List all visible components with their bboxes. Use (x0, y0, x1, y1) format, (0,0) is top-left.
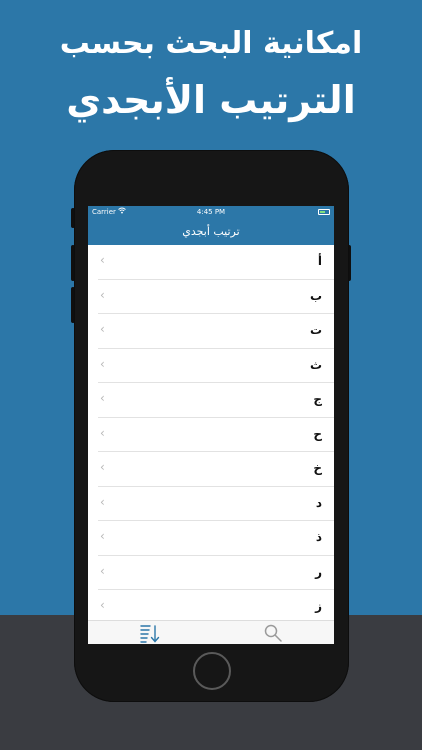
list-item-letter: ح (313, 426, 322, 441)
list-item-letter: ب (309, 288, 322, 303)
list-item[interactable]: ب ‹ (98, 280, 334, 314)
chevron-left-icon: ‹ (100, 425, 105, 440)
list-item[interactable]: ج ‹ (98, 383, 334, 418)
chevron-left-icon: ‹ (100, 287, 105, 302)
promo-headline-line1: امكانية البحث بحسب (59, 26, 363, 61)
list-item-letter: أ (317, 254, 322, 268)
chevron-left-icon: ‹ (100, 598, 105, 612)
list-item-letter: ز (315, 599, 322, 613)
list-item[interactable]: خ ‹ (98, 452, 334, 487)
nav-bar: ترتيب أبجدي (88, 219, 334, 245)
chevron-left-icon: ‹ (100, 356, 105, 371)
promo-headline-line2: الترتيب الأبجدي (66, 78, 356, 122)
battery-icon (318, 209, 330, 215)
status-time: 4:45 PM (196, 208, 226, 216)
status-bar: Carrier 4:45 PM (88, 206, 334, 219)
page-title: ترتيب أبجدي (182, 225, 240, 238)
list-item-letter: ث (309, 357, 322, 372)
chevron-left-icon: ‹ (100, 253, 105, 267)
chevron-left-icon: ‹ (100, 322, 105, 336)
chevron-left-icon: ‹ (100, 563, 105, 578)
list-item-letter: خ (313, 461, 322, 475)
alphabet-list: أ ‹ ب ‹ ت ‹ ث ‹ ج ‹ ح ‹ خ ‹ د ‹ ذ ‹ ر ‹ … (88, 245, 334, 625)
list-item-letter: ر (315, 564, 322, 579)
chevron-left-icon: ‹ (100, 460, 105, 474)
sort-alphabetical-icon (138, 625, 162, 644)
chevron-left-icon: ‹ (100, 494, 105, 509)
list-item[interactable]: ذ ‹ (98, 521, 334, 556)
chevron-left-icon: ‹ (100, 529, 105, 543)
list-item[interactable]: ر ‹ (98, 556, 334, 590)
list-item[interactable]: أ ‹ (98, 245, 334, 280)
list-item[interactable]: ت ‹ (98, 314, 334, 349)
tab-search[interactable] (262, 623, 286, 643)
list-item-letter: ذ (315, 530, 322, 544)
tab-bar (88, 620, 334, 644)
chevron-left-icon: ‹ (100, 391, 105, 405)
list-item[interactable]: ث ‹ (98, 349, 334, 383)
app-screen: Carrier 4:45 PM ترتيب أبجدي أ ‹ ب ‹ ت ‹ … (88, 206, 334, 644)
list-item-letter: د (315, 495, 322, 510)
list-item-letter: ج (313, 392, 322, 406)
phone-home-button (193, 652, 231, 690)
list-item-letter: ت (309, 323, 322, 337)
list-item[interactable]: د ‹ (98, 487, 334, 521)
list-item[interactable]: ح ‹ (98, 418, 334, 452)
search-icon (262, 624, 286, 644)
tab-alphabetical-sort[interactable] (138, 623, 162, 643)
